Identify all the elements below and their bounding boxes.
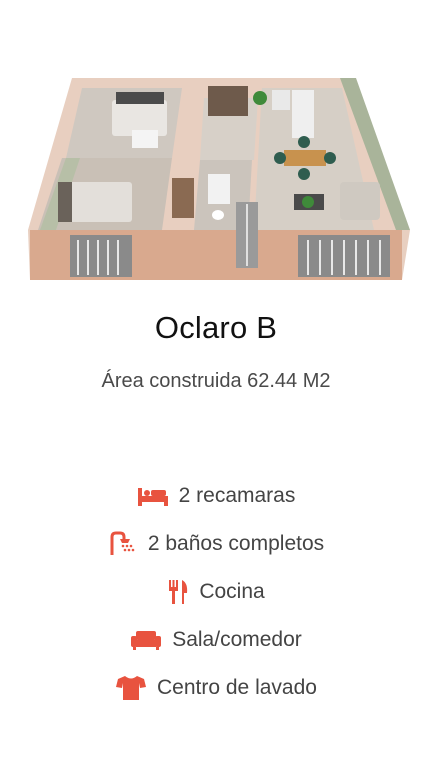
bed-icon bbox=[137, 485, 169, 507]
feature-label: Sala/comedor bbox=[172, 628, 302, 651]
unit-name: Oclaro B bbox=[154, 310, 278, 345]
feature-item-kitchen: Cocina bbox=[0, 568, 432, 616]
feature-item-laundry: Centro de lavado bbox=[0, 664, 432, 712]
feature-label: 2 recamaras bbox=[178, 484, 296, 507]
utensils-icon bbox=[167, 579, 189, 605]
shower-icon bbox=[108, 531, 138, 557]
feature-list: 2 recamaras 2 baños completos Cocina Sal… bbox=[0, 472, 432, 712]
floorplan-image bbox=[22, 70, 412, 290]
feature-label: Cocina bbox=[199, 580, 265, 603]
feature-item-bedrooms: 2 recamaras bbox=[0, 472, 432, 520]
unit-area: Área construida 62.44 M2 bbox=[101, 370, 331, 392]
tshirt-icon bbox=[115, 675, 147, 701]
feature-label: Centro de lavado bbox=[157, 676, 317, 699]
feature-item-living-dining: Sala/comedor bbox=[0, 616, 432, 664]
feature-label: 2 baños completos bbox=[147, 532, 325, 555]
sofa-icon bbox=[130, 629, 162, 651]
feature-item-bathrooms: 2 baños completos bbox=[0, 520, 432, 568]
